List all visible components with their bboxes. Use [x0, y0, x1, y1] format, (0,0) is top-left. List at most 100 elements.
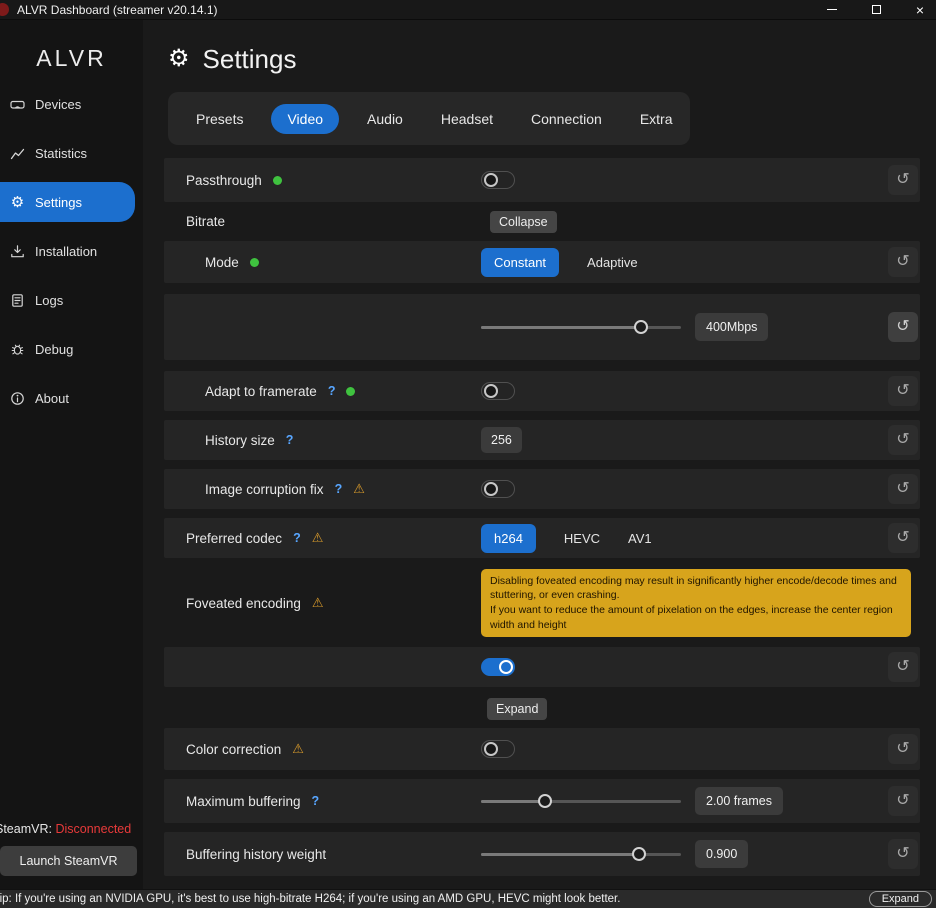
setting-row-color-correction: Color correction ⚠ ↺ [164, 728, 920, 770]
sidebar-item-label: Settings [35, 195, 82, 210]
tab-extra[interactable]: Extra [636, 104, 677, 134]
codec-option-av1[interactable]: AV1 [628, 524, 652, 553]
setting-row-foveated-toggle: ↺ [164, 647, 920, 687]
tab-video[interactable]: Video [271, 104, 339, 134]
statusbar-expand-button[interactable]: Expand [869, 891, 932, 907]
setting-row-foveated-expand: Expand [164, 696, 920, 721]
help-icon[interactable]: ? [328, 384, 336, 398]
sidebar-item-statistics[interactable]: Statistics [0, 133, 135, 173]
maximum-buffering-slider[interactable] [481, 793, 681, 809]
passthrough-toggle[interactable] [481, 171, 515, 189]
slider-knob[interactable] [632, 847, 646, 861]
adapt-to-framerate-reset-button[interactable]: ↺ [888, 376, 918, 406]
color-correction-label: Color correction [186, 742, 281, 757]
foveated-encoding-reset-button[interactable]: ↺ [888, 652, 918, 682]
warning-icon: ⚠ [292, 741, 304, 757]
setting-row-mode: Mode Constant Adaptive ↺ [164, 241, 920, 283]
alvr-logo: ALVR [0, 45, 143, 72]
sidebar-item-logs[interactable]: Logs [0, 280, 135, 320]
launch-steamvr-button[interactable]: Launch SteamVR [0, 846, 137, 876]
sidebar-item-installation[interactable]: Installation [0, 231, 135, 271]
sidebar-item-label: Debug [35, 342, 73, 357]
codec-option-h264[interactable]: h264 [481, 524, 536, 553]
help-icon[interactable]: ? [312, 794, 320, 808]
sidebar-item-label: Statistics [35, 146, 87, 161]
tab-presets[interactable]: Presets [192, 104, 247, 134]
warning-icon: ⚠ [353, 481, 365, 497]
close-button[interactable]: × [912, 2, 928, 18]
preferred-codec-reset-button[interactable]: ↺ [888, 523, 918, 553]
slider-knob[interactable] [634, 320, 648, 334]
maximize-button[interactable] [868, 2, 884, 18]
tab-connection[interactable]: Connection [527, 104, 606, 134]
settings-rows: Passthrough ↺ Bitrate [164, 158, 920, 876]
passthrough-label: Passthrough [186, 173, 262, 188]
logs-icon [9, 293, 26, 308]
slider-knob[interactable] [538, 794, 552, 808]
maximum-buffering-reset-button[interactable]: ↺ [888, 786, 918, 816]
adapt-to-framerate-toggle[interactable] [481, 382, 515, 400]
buffering-history-weight-slider[interactable] [481, 846, 681, 862]
help-icon[interactable]: ? [293, 531, 301, 545]
window-title: ALVR Dashboard (streamer v20.14.1) [17, 3, 218, 17]
help-icon[interactable]: ? [335, 482, 343, 496]
info-icon [9, 391, 26, 406]
bitrate-slider[interactable] [481, 319, 681, 335]
sidebar-item-debug[interactable]: Debug [0, 329, 135, 369]
passthrough-reset-button[interactable]: ↺ [888, 165, 918, 195]
mode-option-constant[interactable]: Constant [481, 248, 559, 277]
bitrate-value-badge[interactable]: 400Mbps [695, 313, 768, 341]
history-size-value-badge[interactable]: 256 [481, 427, 522, 453]
alvr-window: ALVR Dashboard (streamer v20.14.1) × ALV… [0, 0, 936, 908]
color-correction-toggle[interactable] [481, 740, 515, 758]
buffering-history-weight-label: Buffering history weight [186, 847, 326, 862]
tab-audio[interactable]: Audio [363, 104, 407, 134]
toggle-knob [499, 660, 513, 674]
foveated-expand-button[interactable]: Expand [487, 698, 547, 720]
buffering-history-weight-value-badge[interactable]: 0.900 [695, 840, 748, 868]
mode-reset-button[interactable]: ↺ [888, 247, 918, 277]
chart-icon [9, 146, 26, 161]
history-size-label: History size [205, 433, 275, 448]
toggle-knob [484, 742, 498, 756]
setting-row-history-size: History size ? 256 ↺ [164, 420, 920, 460]
minimize-icon [827, 9, 837, 10]
image-corruption-fix-reset-button[interactable]: ↺ [888, 474, 918, 504]
bug-icon [9, 342, 26, 357]
sidebar-item-devices[interactable]: Devices [0, 84, 135, 124]
slider-track[interactable] [481, 326, 681, 329]
page-header: ⚙ Settings [168, 44, 936, 74]
maximum-buffering-value-badge[interactable]: 2.00 frames [695, 787, 783, 815]
mode-option-adaptive[interactable]: Adaptive [587, 248, 638, 277]
slider-track[interactable] [481, 800, 681, 803]
sidebar-item-settings[interactable]: ⚙ Settings [0, 182, 135, 222]
setting-row-preferred-codec: Preferred codec ? ⚠ h264 HEVC AV1 ↺ [164, 518, 920, 558]
toggle-knob [484, 384, 498, 398]
sidebar: ALVR Devices Statistics ⚙ Settings [0, 20, 143, 889]
steamvr-status-line: SteamVR: Disconnected [0, 822, 137, 836]
image-corruption-fix-toggle[interactable] [481, 480, 515, 498]
buffering-history-weight-reset-button[interactable]: ↺ [888, 839, 918, 869]
tab-headset[interactable]: Headset [437, 104, 497, 134]
setting-row-passthrough: Passthrough ↺ [164, 158, 920, 202]
minimize-button[interactable] [824, 2, 840, 18]
codec-segmented-control: h264 HEVC AV1 [481, 524, 652, 553]
bitrate-value-reset-button[interactable]: ↺ [888, 312, 918, 342]
foveated-warning-box: Disabling foveated encoding may result i… [481, 569, 911, 638]
help-icon[interactable]: ? [286, 433, 294, 447]
foveated-encoding-toggle[interactable] [481, 658, 515, 676]
bitrate-collapse-button[interactable]: Collapse [490, 211, 557, 233]
setting-row-maximum-buffering: Maximum buffering ? 2.00 frames ↺ [164, 779, 920, 823]
mode-label: Mode [205, 255, 239, 270]
window-controls: × [824, 2, 936, 18]
color-correction-reset-button[interactable]: ↺ [888, 734, 918, 764]
slider-track[interactable] [481, 853, 681, 856]
warning-icon: ⚠ [312, 595, 324, 611]
codec-option-hevc[interactable]: HEVC [564, 524, 600, 553]
setting-row-bitrate-value: 400Mbps ↺ [164, 294, 920, 360]
sidebar-nav: Devices Statistics ⚙ Settings Instal [0, 84, 143, 418]
history-size-reset-button[interactable]: ↺ [888, 425, 918, 455]
modified-dot [346, 387, 355, 396]
sidebar-item-label: Installation [35, 244, 97, 259]
sidebar-item-about[interactable]: About [0, 378, 135, 418]
